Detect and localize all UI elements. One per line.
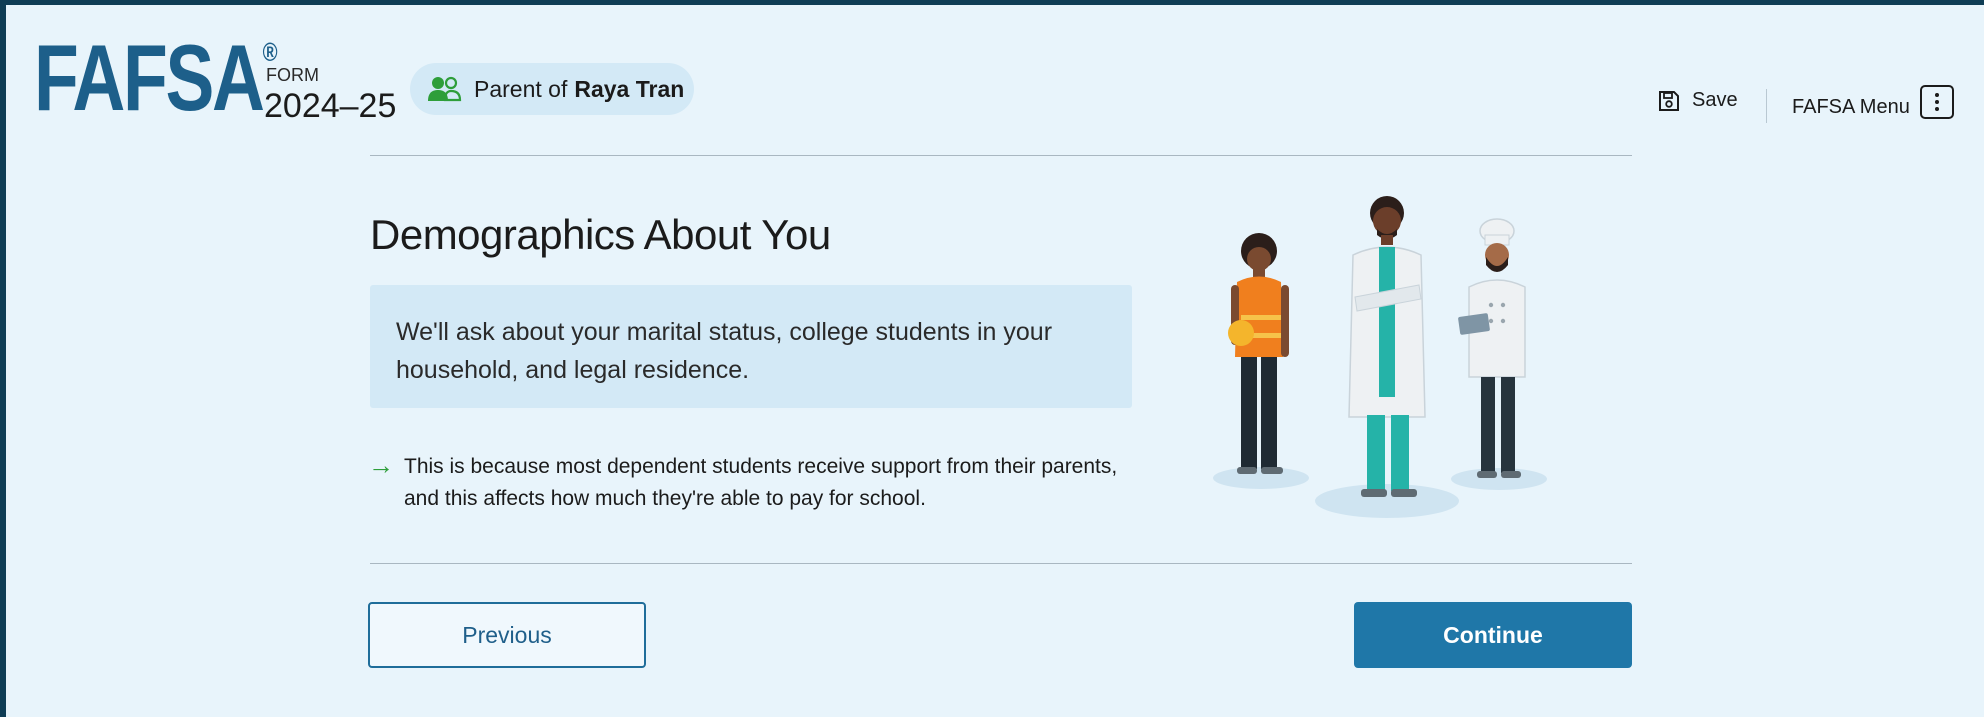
student-name: Raya Tran <box>574 75 685 102</box>
arrow-right-icon: → <box>368 450 394 480</box>
workers-illustration <box>1213 196 1547 518</box>
save-button[interactable]: Save <box>1658 89 1738 112</box>
header-divider <box>1766 89 1767 123</box>
form-year: 2024–25 <box>264 87 397 125</box>
info-text: We'll ask about your marital status, col… <box>396 318 1053 384</box>
top-divider <box>370 155 1632 156</box>
kebab-icon <box>1935 93 1939 97</box>
fafsa-logo: FAFSA® <box>34 31 278 125</box>
form-label: FORM <box>266 65 319 85</box>
floppy-disk-icon <box>1658 90 1680 112</box>
reason-text: This is because most dependent students … <box>404 455 1118 510</box>
previous-button[interactable]: Previous <box>368 602 646 668</box>
fafsa-menu-button[interactable] <box>1920 85 1954 119</box>
info-box: We'll ask about your marital status, col… <box>370 285 1132 408</box>
reason-note: → This is because most dependent student… <box>368 451 1128 515</box>
page: FAFSA® FORM 2024–25 Parent of Raya Tran … <box>6 5 1984 717</box>
role-badge: Parent of Raya Tran <box>410 63 694 115</box>
logo-text: FAFSA <box>34 25 265 130</box>
bottom-divider <box>370 563 1632 564</box>
page-title: Demographics About You <box>370 211 831 258</box>
users-icon <box>428 76 462 102</box>
role-prefix: Parent of <box>474 75 568 102</box>
save-label: Save <box>1692 89 1738 111</box>
continue-button[interactable]: Continue <box>1354 602 1632 668</box>
registered-mark: ® <box>262 37 278 67</box>
fafsa-menu-label[interactable]: FAFSA Menu <box>1792 96 1910 119</box>
